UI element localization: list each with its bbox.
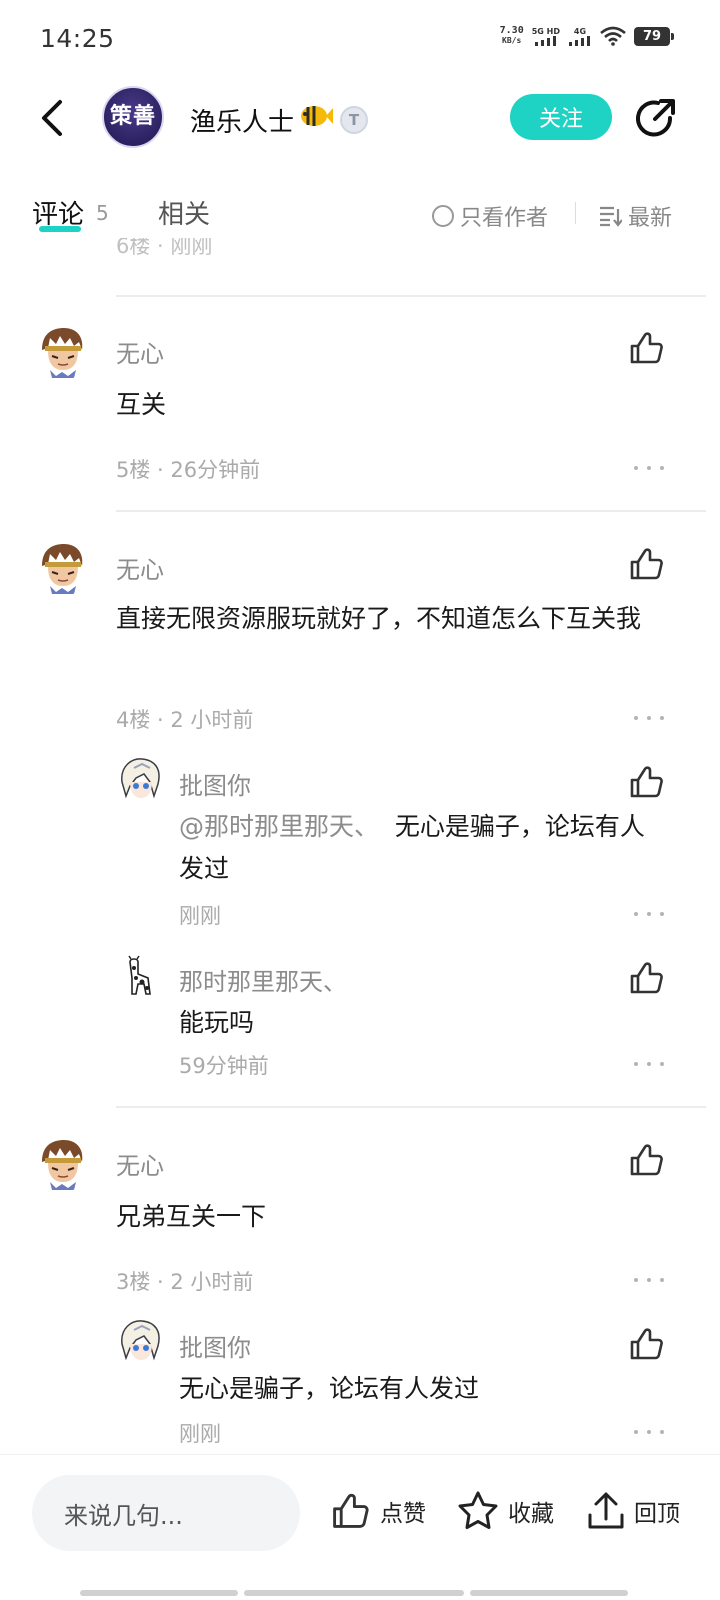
- like-icon[interactable]: [626, 544, 666, 584]
- comment-text: 直接无限资源服玩就好了，不知道怎么下互关我: [116, 604, 642, 633]
- commenter-name[interactable]: 无心: [116, 1146, 164, 1181]
- comment-meta: 5楼 · 26分钟前: [116, 458, 261, 482]
- share-button[interactable]: [632, 96, 678, 142]
- comment-input[interactable]: 来说几句...: [32, 1475, 300, 1551]
- commenter-name[interactable]: 无心: [116, 550, 164, 585]
- comment-meta: 3楼 · 2 小时前: [116, 1270, 254, 1294]
- like-icon[interactable]: [626, 1140, 666, 1180]
- reply-text: 无心是骗子，论坛有人发过: [179, 1374, 480, 1403]
- divider: [116, 1106, 706, 1108]
- comment-tabs: 评论 5 相关 只看作者 最新: [0, 188, 720, 238]
- star-icon: [458, 1491, 498, 1529]
- nav-indicator: [80, 1590, 238, 1596]
- reply-mention[interactable]: @那时那里那天、: [179, 812, 379, 841]
- top-label: 回顶: [634, 1501, 680, 1527]
- more-options-icon[interactable]: [634, 1422, 664, 1442]
- tab-related[interactable]: 相关: [158, 194, 210, 231]
- divider: [116, 295, 706, 297]
- author-name[interactable]: 渔乐人士: [190, 102, 294, 139]
- user-avatar[interactable]: [32, 536, 92, 596]
- back-button[interactable]: [30, 96, 74, 140]
- thumbs-up-icon: [328, 1489, 372, 1533]
- like-post-button[interactable]: 点赞: [328, 1489, 426, 1533]
- reply-text: 能玩吗: [179, 1008, 255, 1037]
- level-badge: T: [340, 106, 368, 134]
- sort-icon: [600, 206, 622, 227]
- more-options-icon[interactable]: [634, 1054, 664, 1074]
- fish-badge-icon: [301, 106, 333, 126]
- avatar-logo-text: 策善: [109, 104, 156, 129]
- signal-icon-2: 4G: [568, 27, 592, 46]
- comment-text: 互关: [116, 390, 167, 419]
- reply-name[interactable]: 批图你: [179, 1328, 251, 1363]
- like-icon[interactable]: [626, 958, 666, 998]
- nav-indicator: [470, 1590, 628, 1596]
- tab-divider: [575, 202, 576, 224]
- reply-avatar[interactable]: [116, 952, 164, 1000]
- favorite-label: 收藏: [508, 1501, 554, 1527]
- comments-list[interactable]: 6楼 · 刚刚 无心 互关 5楼 · 26分钟前 无心 直接无限资源服玩就好了，…: [0, 238, 720, 1453]
- sort-button[interactable]: 最新: [598, 200, 672, 232]
- author-only-label: 只看作者: [460, 206, 549, 231]
- more-options-icon[interactable]: [634, 458, 664, 478]
- clipped-comment-meta: 6楼 · 刚刚: [116, 238, 213, 258]
- status-bar: 14:25 7.30 KB/s 5G HD 4G 79: [0, 0, 720, 78]
- reply-meta: 刚刚: [179, 904, 221, 928]
- comments-count: 5: [96, 201, 109, 225]
- net-speed-value: 7.30: [499, 25, 524, 36]
- bottom-action-bar: 来说几句... 点赞 收藏 回顶: [0, 1454, 720, 1574]
- like-icon[interactable]: [626, 328, 666, 368]
- radio-icon: [432, 205, 454, 227]
- comment-text: 兄弟互关一下: [116, 1202, 267, 1231]
- reply-name[interactable]: 那时那里那天、: [179, 962, 347, 997]
- reply-meta: 刚刚: [179, 1422, 221, 1446]
- back-arrow-icon: [42, 100, 62, 136]
- reply-avatar[interactable]: [116, 1318, 164, 1366]
- status-icons: 7.30 KB/s 5G HD 4G 79: [500, 26, 674, 46]
- reply-name[interactable]: 批图你: [179, 766, 251, 801]
- like-icon[interactable]: [626, 762, 666, 802]
- favorite-button[interactable]: 收藏: [456, 1489, 554, 1533]
- network-speed: 7.30 KB/s: [500, 26, 524, 46]
- share-icon: [636, 99, 675, 137]
- reply-meta: 59分钟前: [179, 1054, 269, 1078]
- battery-icon: 79: [634, 26, 674, 46]
- follow-button[interactable]: 关注: [510, 94, 612, 140]
- like-label: 点赞: [380, 1501, 426, 1527]
- more-options-icon[interactable]: [634, 708, 664, 728]
- signal-1-label: 5G HD: [531, 26, 560, 36]
- divider: [116, 510, 706, 512]
- more-options-icon[interactable]: [634, 1270, 664, 1290]
- reply-text: @那时那里那天、 无心是骗子，论坛有人发过: [179, 806, 669, 890]
- status-time: 14:25: [40, 24, 115, 53]
- author-avatar[interactable]: 策善: [102, 86, 164, 148]
- signal-2-label: 4G: [573, 26, 587, 36]
- more-options-icon[interactable]: [634, 904, 664, 924]
- tab-active-indicator: [39, 226, 81, 232]
- wifi-icon: [600, 26, 626, 46]
- back-to-top-button[interactable]: 回顶: [586, 1489, 680, 1533]
- like-icon[interactable]: [626, 1324, 666, 1364]
- user-avatar[interactable]: [32, 320, 92, 380]
- user-avatar[interactable]: [32, 1132, 92, 1192]
- post-header: 策善 渔乐人士 T 关注: [0, 80, 720, 160]
- comment-meta: 4楼 · 2 小时前: [116, 708, 254, 732]
- reply-avatar[interactable]: [116, 756, 164, 804]
- author-only-toggle[interactable]: 只看作者: [432, 200, 548, 232]
- net-speed-unit: KB/s: [502, 36, 522, 45]
- upload-arrow-icon: [588, 1492, 624, 1529]
- signal-icon: 5G HD: [532, 27, 560, 46]
- commenter-name[interactable]: 无心: [116, 334, 164, 369]
- nav-indicator: [244, 1590, 464, 1596]
- sort-label: 最新: [628, 206, 673, 231]
